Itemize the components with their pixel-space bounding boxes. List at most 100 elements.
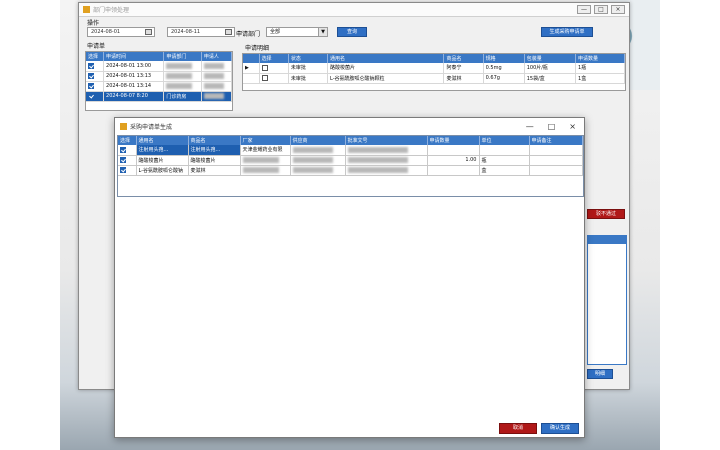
col-supplier[interactable]: 供应商 xyxy=(290,136,346,145)
col-blank xyxy=(243,54,260,63)
redacted-user xyxy=(203,72,224,79)
dialog-app-icon xyxy=(120,122,127,130)
calendar-icon[interactable] xyxy=(225,29,232,35)
row-brand[interactable]: 酪酸梭菌片 xyxy=(188,155,241,166)
dialog-minimize-button[interactable]: — xyxy=(526,122,534,131)
col-generic[interactable]: 通用名 xyxy=(136,136,189,145)
row-qty[interactable] xyxy=(427,165,480,176)
table-row[interactable]: 2024-08-01 13:13 xyxy=(86,71,232,82)
close-button[interactable]: × xyxy=(611,5,625,14)
row-dept: 门诊药房 xyxy=(163,91,202,102)
col-pack[interactable]: 包装量 xyxy=(524,54,577,63)
redacted-dept xyxy=(166,82,193,89)
date-from-picker[interactable]: 2024-08-01 xyxy=(87,27,155,37)
row-brand: 麦滋林 xyxy=(443,73,484,84)
row-time: 2024-08-01 13:00 xyxy=(103,61,165,72)
row-status: 未审批 xyxy=(288,73,329,84)
col-qty[interactable]: 申请数量 xyxy=(575,54,625,63)
row-pack: 100片/瓶 xyxy=(524,63,577,74)
col-user[interactable]: 申请人 xyxy=(201,52,232,61)
row-generic[interactable]: L-谷氨酰胺呱仑酸钠 xyxy=(136,165,189,176)
row-checkbox[interactable] xyxy=(88,62,94,69)
row-note[interactable] xyxy=(529,155,583,166)
row-qty[interactable] xyxy=(427,145,480,156)
row-qty: 1瓶 xyxy=(575,63,625,74)
row-checkbox[interactable] xyxy=(88,82,94,89)
col-note[interactable]: 申请备注 xyxy=(529,136,583,145)
col-status[interactable]: 状态 xyxy=(288,54,329,63)
row-checkbox[interactable] xyxy=(261,74,268,81)
maximize-button[interactable]: □ xyxy=(594,5,608,14)
cancel-button[interactable]: 取消 xyxy=(499,423,537,434)
purchase-grid: 选择 通用名 商品名 厂家 供应商 批准文号 申请数量 单位 申请备注 注射用头… xyxy=(117,135,584,197)
row-brand[interactable]: 注射用头孢... xyxy=(188,145,241,156)
col-maker[interactable]: 厂家 xyxy=(240,136,291,145)
col-brand[interactable]: 商品名 xyxy=(188,136,241,145)
row-spec: 0.67g xyxy=(483,73,525,84)
row-checkbox[interactable] xyxy=(88,72,94,79)
date-from-value: 2024-08-01 xyxy=(91,29,121,35)
col-brand[interactable]: 商品名 xyxy=(443,54,484,63)
table-row[interactable]: 注射用头孢... 注射用头孢... 天津金耀药业有限 xyxy=(118,145,583,156)
table-row[interactable]: L-谷氨酰胺呱仑酸钠 麦滋林 盒 xyxy=(118,165,583,176)
row-generic[interactable]: 注射用头孢... xyxy=(136,145,189,156)
row-checkbox[interactable] xyxy=(120,156,126,163)
col-unit[interactable]: 单位 xyxy=(479,136,530,145)
date-to-picker[interactable]: 2024-08-11 xyxy=(167,27,235,37)
row-time: 2024-08-01 13:14 xyxy=(103,81,165,92)
row-spec: 0.5mg xyxy=(483,63,525,74)
redacted-supplier xyxy=(292,146,333,153)
dialog-close-button[interactable]: × xyxy=(569,122,576,131)
dialog-maximize-button[interactable]: □ xyxy=(548,122,556,131)
row-note[interactable] xyxy=(529,165,583,176)
row-qty[interactable]: 1.00 xyxy=(427,155,480,166)
redacted-supplier xyxy=(292,156,333,163)
row-brand: 阿泰宁 xyxy=(443,63,484,74)
col-spec[interactable]: 规格 xyxy=(483,54,525,63)
col-select[interactable]: 选择 xyxy=(86,52,105,61)
col-time[interactable]: 申请时间 xyxy=(103,52,165,61)
row-brand[interactable]: 麦滋林 xyxy=(188,165,241,176)
generate-purchase-button[interactable]: 生成采购申请单 xyxy=(541,27,593,37)
table-row[interactable]: ▶ 未审批 酪酸梭菌片 阿泰宁 0.5mg 100片/瓶 1瓶 xyxy=(243,63,625,74)
col-approval[interactable]: 批准文号 xyxy=(345,136,428,145)
table-row[interactable]: 2024-08-01 13:00 xyxy=(86,61,232,72)
row-note[interactable] xyxy=(529,145,583,156)
row-maker[interactable]: 天津金耀药业有限 xyxy=(240,145,291,156)
redacted-maker xyxy=(242,156,279,163)
detail-group-label: 申请明细 xyxy=(245,45,270,52)
app-icon xyxy=(83,6,90,13)
row-checkbox[interactable] xyxy=(120,146,126,153)
table-row[interactable]: 酪酸梭菌片 酪酸梭菌片 1.00 瓶 xyxy=(118,155,583,166)
row-checkbox[interactable] xyxy=(88,92,94,99)
row-unit[interactable]: 瓶 xyxy=(479,155,530,166)
row-unit[interactable]: 盒 xyxy=(479,165,530,176)
col-qty[interactable]: 申请数量 xyxy=(427,136,480,145)
row-generic[interactable]: 酪酸梭菌片 xyxy=(136,155,189,166)
redacted-maker xyxy=(242,166,279,173)
table-row[interactable]: 2024-08-01 13:14 xyxy=(86,81,232,92)
col-generic[interactable]: 通用名 xyxy=(327,54,445,63)
confirm-generate-button[interactable]: 确认生成 xyxy=(541,423,579,434)
row-time: 2024-08-01 13:13 xyxy=(103,71,165,82)
row-generic: 酪酸梭菌片 xyxy=(327,63,445,74)
redacted-user xyxy=(203,92,224,99)
col-select[interactable]: 选择 xyxy=(118,136,137,145)
dialog-titlebar: 采购申请单生成 — □ × xyxy=(115,118,584,134)
col-dept[interactable]: 申请部门 xyxy=(163,52,202,61)
lower-detail-grid xyxy=(587,235,627,365)
table-row[interactable]: 2024-08-07 8:20 门诊药房 xyxy=(86,91,232,102)
row-checkbox[interactable] xyxy=(261,64,268,71)
reject-button[interactable]: 驳不通过 xyxy=(587,209,625,219)
row-generic: L-谷氨酰胺呱仑酸钠颗粒 xyxy=(327,73,445,84)
col-select[interactable]: 选择 xyxy=(259,54,289,63)
row-checkbox[interactable] xyxy=(120,166,126,173)
calendar-icon[interactable] xyxy=(145,29,152,35)
detail-button[interactable]: 明细 xyxy=(587,369,613,379)
minimize-button[interactable]: — xyxy=(577,5,591,14)
row-qty: 1盒 xyxy=(575,73,625,84)
table-row[interactable]: 未审批 L-谷氨酰胺呱仑酸钠颗粒 麦滋林 0.67g 15袋/盒 1盒 xyxy=(243,73,625,84)
row-unit[interactable] xyxy=(479,145,530,156)
query-button[interactable]: 查询 xyxy=(337,27,367,37)
dept-select[interactable]: 全部 ▼ xyxy=(266,27,328,37)
